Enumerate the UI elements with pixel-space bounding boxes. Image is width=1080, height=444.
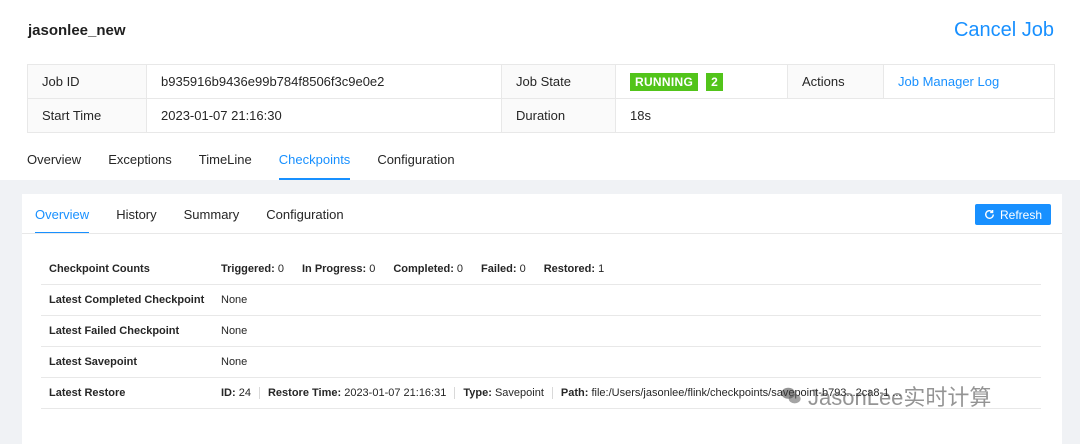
failed-value: 0 [519,263,526,275]
triggered-value: 0 [277,263,284,275]
checkpoint-counts-label: Checkpoint Counts [49,263,150,275]
start-time-value: 2023-01-07 21:16:30 [146,98,502,133]
divider [258,387,260,399]
start-time-label: Start Time [27,98,147,133]
job-state-label: Job State [501,64,616,99]
tab-checkpoints[interactable]: Checkpoints [278,142,351,180]
failed-label: Failed: [481,263,517,275]
actions-label: Actions [787,64,884,99]
restore-time-label: Restore Time: [267,387,342,399]
duration-label: Duration [501,98,616,133]
checkpoint-tab-overview[interactable]: Overview [35,194,90,234]
cancel-job-button[interactable]: Cancel Job [954,19,1054,42]
refresh-label: Refresh [999,207,1043,222]
restored-value: 1 [598,263,605,275]
latest-savepoint-label: Latest Savepoint [49,356,138,368]
latest-restore-label: Latest Restore [49,387,126,399]
job-manager-log-link[interactable]: Job Manager Log [898,74,999,89]
restore-id-value: 24 [238,387,251,399]
refresh-icon [985,210,994,219]
latest-failed-row: Latest Failed Checkpoint None [41,316,1041,347]
job-id-value: b935916b9436e99b784f8506f3c9e0e2 [146,64,502,99]
latest-failed-value: None [221,325,248,337]
checkpoint-counts-row: Checkpoint Counts Triggered: 0 In Progre… [41,254,1041,285]
restored-label: Restored: [543,263,596,275]
tab-timeline[interactable]: TimeLine [199,142,252,180]
latest-savepoint-row: Latest Savepoint None [41,347,1041,378]
restore-id-label: ID: [221,387,236,399]
latest-completed-value: None [221,294,248,306]
latest-completed-row: Latest Completed Checkpoint None [41,285,1041,316]
divider [551,387,553,399]
job-id-label: Job ID [27,64,147,99]
running-count-badge: 2 [706,72,723,91]
duration-value: 18s [615,98,1055,133]
watermark: JasonLee实时计算 [780,380,991,412]
tab-overview[interactable]: Overview [27,142,81,180]
job-info-table: Job ID b935916b9436e99b784f8506f3c9e0e2 … [27,64,1055,133]
section-divider [0,180,1080,194]
job-name: jasonlee_new [28,22,126,39]
checkpoint-tab-summary[interactable]: Summary [184,194,240,234]
watermark-text: JasonLee实时计算 [808,385,992,410]
tabs-underline [22,233,1062,234]
running-status-badge: RUNNING [630,72,699,91]
completed-value: 0 [456,263,464,275]
job-header: jasonlee_new Cancel Job Job ID b935916b9… [0,0,1080,180]
checkpoint-tabs: Overview History Summary Configuration [35,194,371,234]
restore-type-value: Savepoint [494,387,544,399]
latest-completed-label: Latest Completed Checkpoint [49,294,205,306]
latest-failed-label: Latest Failed Checkpoint [49,325,180,337]
job-tabs: Overview Exceptions TimeLine Checkpoints… [27,142,482,180]
checkpoint-tab-history[interactable]: History [116,194,156,234]
restore-path-label: Path: [560,387,589,399]
divider [454,387,456,399]
tab-configuration[interactable]: Configuration [377,142,454,180]
refresh-button[interactable]: Refresh [975,204,1051,225]
in-progress-label: In Progress: [301,263,367,275]
tab-exceptions[interactable]: Exceptions [108,142,172,180]
triggered-label: Triggered: [221,263,275,275]
in-progress-value: 0 [369,263,376,275]
wechat-icon [781,387,801,404]
restore-type-label: Type: [463,387,492,399]
latest-savepoint-value: None [221,356,248,368]
restore-time-value: 2023-01-07 21:16:31 [344,387,447,399]
checkpoint-tab-configuration[interactable]: Configuration [266,194,343,234]
actions-value: Job Manager Log [883,64,1055,99]
completed-label: Completed: [393,263,454,275]
job-state-value: RUNNING 2 [615,64,788,99]
